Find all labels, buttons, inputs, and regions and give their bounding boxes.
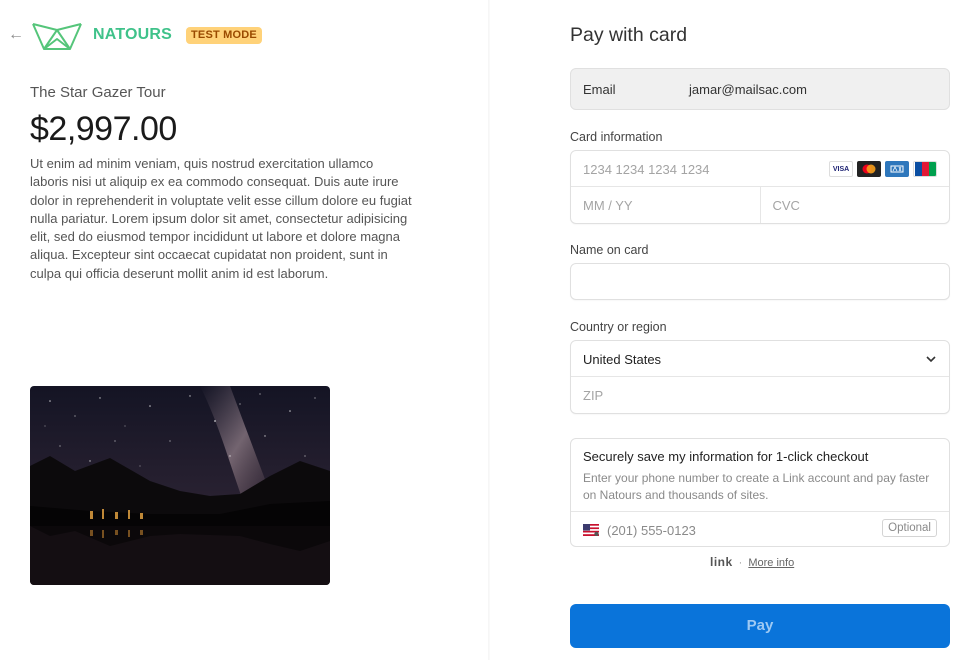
country-label: Country or region: [570, 320, 667, 334]
email-label: Email: [583, 82, 616, 97]
amex-icon: [885, 161, 909, 177]
test-mode-badge: TEST MODE: [186, 27, 262, 44]
card-number-placeholder: 1234 1234 1234 1234: [583, 162, 710, 177]
zip-placeholder: ZIP: [583, 388, 604, 403]
arrow-left-icon[interactable]: ←: [8, 26, 24, 44]
link-divider: [571, 511, 949, 512]
product-description: Ut enim ad minim veniam, quis nostrud ex…: [30, 156, 412, 281]
link-title: Securely save my information for 1-click…: [583, 449, 869, 464]
visa-icon: VISA: [829, 161, 853, 177]
link-footer-separator: ·: [738, 557, 743, 569]
natours-logo: [32, 23, 82, 50]
expiry-placeholder: MM / YY: [583, 198, 633, 213]
form-title: Pay with card: [570, 24, 688, 46]
tour-image: [30, 386, 330, 585]
us-flag-icon: [583, 524, 599, 536]
product-name: The Star Gazer Tour: [30, 84, 166, 101]
zip-input[interactable]: ZIP: [571, 377, 949, 413]
email-value: jamar@mailsac.com: [689, 82, 807, 97]
phone-input[interactable]: (201) 555-0123: [607, 523, 696, 538]
expiry-input[interactable]: MM / YY: [571, 187, 761, 223]
link-logo: link: [710, 555, 733, 569]
mastercard-icon: [857, 161, 881, 177]
optional-badge: Optional: [882, 519, 937, 537]
card-info-label: Card information: [570, 130, 663, 144]
pay-button[interactable]: Pay: [570, 604, 950, 648]
brand-name: NATOURS: [93, 26, 173, 43]
card-info-group: 1234 1234 1234 1234 VISA MM / YY CVC: [570, 150, 950, 224]
name-on-card-input[interactable]: [570, 263, 950, 300]
cvc-placeholder: CVC: [772, 198, 800, 213]
product-panel: ← NATOURS TEST MODE The Star Gazer Tour …: [0, 0, 490, 660]
name-on-card-label: Name on card: [570, 243, 649, 257]
cvc-input[interactable]: CVC: [761, 187, 950, 223]
payment-panel: Pay with card Email jamar@mailsac.com Ca…: [490, 0, 962, 660]
link-subtitle: Enter your phone number to create a Link…: [583, 471, 930, 502]
link-footer: link · More info: [710, 555, 794, 569]
link-save-box: Securely save my information for 1-click…: [570, 438, 950, 547]
country-select[interactable]: United States: [571, 341, 949, 377]
more-info-link[interactable]: More info: [748, 557, 794, 569]
chevron-down-icon: [926, 356, 936, 363]
country-zip-group: United States ZIP: [570, 340, 950, 414]
country-value: United States: [583, 352, 662, 367]
jcb-icon: [913, 161, 937, 177]
card-number-input[interactable]: 1234 1234 1234 1234 VISA: [571, 151, 949, 187]
email-field: Email jamar@mailsac.com: [570, 68, 950, 110]
card-brand-logos: VISA: [829, 161, 937, 177]
product-price: $2,997.00: [30, 110, 177, 148]
